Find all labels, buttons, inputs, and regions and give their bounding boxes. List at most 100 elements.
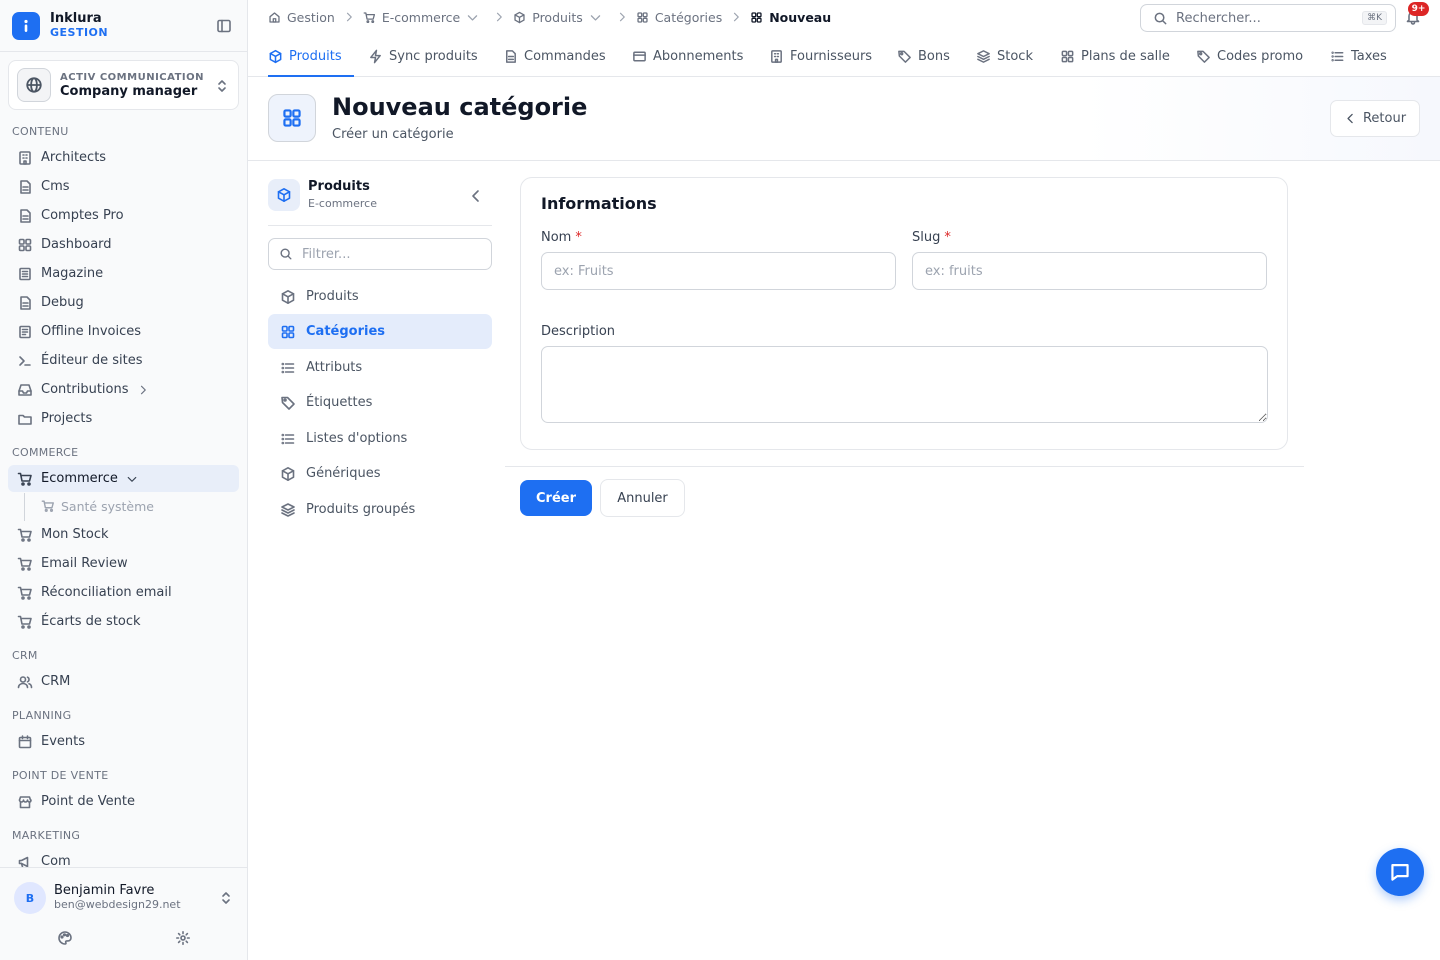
- tab-label: Bons: [918, 48, 950, 64]
- breadcrumb-item-current: Nouveau: [750, 10, 831, 25]
- nom-label: Nom *: [541, 230, 582, 245]
- sidebar-item-debug[interactable]: Debug: [8, 289, 239, 316]
- sidebar-scroll-clip: Com: [0, 848, 247, 867]
- brand[interactable]: Inklura GESTION: [12, 10, 238, 42]
- subnav-item-categories[interactable]: Catégories: [268, 314, 492, 349]
- tab-label: Sync produits: [389, 48, 478, 64]
- search-placeholder: Rechercher...: [1176, 10, 1261, 26]
- sidebar-item-dashboard[interactable]: Dashboard: [8, 231, 239, 258]
- create-button[interactable]: Créer: [520, 480, 592, 516]
- inbox-icon: [18, 383, 32, 396]
- module-tabs: Produits Sync produits Commandes Abonnem…: [248, 35, 1440, 77]
- subnav-item-generiques[interactable]: Génériques: [268, 456, 492, 491]
- gear-icon[interactable]: [175, 930, 191, 946]
- breadcrumb-item-ecommerce[interactable]: E-commerce: [363, 10, 485, 25]
- notification-badge: 9+: [1408, 2, 1429, 16]
- credit-card-icon: [633, 51, 646, 61]
- sidebar-item-ecommerce[interactable]: Ecommerce: [8, 465, 239, 492]
- tab-commandes[interactable]: Commandes: [503, 35, 606, 77]
- chevron-left-icon[interactable]: [468, 188, 484, 204]
- subnav-item-produits-groupes[interactable]: Produits groupés: [268, 492, 492, 527]
- user-name: Benjamin Favre: [54, 883, 155, 898]
- brand-name: Inklura: [50, 11, 102, 26]
- tab-codes-promo[interactable]: Codes promo: [1196, 35, 1303, 77]
- sidebar-item-projects[interactable]: Projects: [8, 405, 239, 432]
- sidebar-item-ecarts-de-stock[interactable]: Écarts de stock: [8, 608, 239, 635]
- tab-taxes[interactable]: Taxes: [1330, 35, 1387, 77]
- users-icon: [17, 675, 33, 688]
- tab-abonnements[interactable]: Abonnements: [632, 35, 743, 77]
- sidebar-item-mon-stock[interactable]: Mon Stock: [8, 521, 239, 548]
- sidebar-item-reconciliation-email[interactable]: Réconciliation email: [8, 579, 239, 606]
- back-button[interactable]: Retour: [1330, 100, 1420, 137]
- newspaper-icon: [19, 267, 31, 280]
- user-menu[interactable]: B Benjamin Favre ben@webdesign29.net: [14, 880, 238, 916]
- sidebar-item-events[interactable]: Events: [8, 728, 239, 755]
- calendar-icon: [18, 734, 32, 748]
- sidebar-item-com[interactable]: Com: [8, 848, 239, 867]
- sidebar-item-magazine[interactable]: Magazine: [8, 260, 239, 287]
- chat-button[interactable]: [1376, 848, 1424, 896]
- divider: [268, 225, 492, 226]
- sidebar-item-label: Dashboard: [41, 237, 112, 252]
- shopping-cart-icon: [41, 500, 54, 512]
- sidebar-item-editeur-de-sites[interactable]: Éditeur de sites: [8, 347, 239, 374]
- subnav-filter-input[interactable]: Filtrer...: [268, 238, 492, 270]
- subnav-item-produits[interactable]: Produits: [268, 279, 492, 314]
- subnav-item-label: Étiquettes: [306, 395, 373, 410]
- chevron-right-icon: [140, 385, 146, 394]
- divider: [505, 466, 1304, 467]
- informations-card: Informations Nom* Slug* Description: [520, 177, 1288, 450]
- tab-stock[interactable]: Stock: [976, 35, 1033, 77]
- folder-icon: [18, 414, 32, 425]
- sidebar-item-comptes-pro[interactable]: Comptes Pro: [8, 202, 239, 229]
- tab-fournisseurs[interactable]: Fournisseurs: [769, 35, 872, 77]
- description-label: Description: [541, 324, 616, 339]
- subnav-item-label: Listes d'options: [306, 431, 408, 446]
- package-icon: [514, 11, 525, 23]
- list-icon: [1331, 51, 1344, 61]
- subnav-item-label: Produits: [306, 289, 359, 304]
- global-search[interactable]: Rechercher... ⌘K: [1140, 4, 1396, 32]
- page-subtitle: Créer un catégorie: [332, 127, 454, 142]
- section-label-planning: PLANNING: [12, 709, 72, 722]
- description-textarea[interactable]: [541, 346, 1268, 423]
- chevron-right-icon: [346, 12, 352, 22]
- sidebar-item-email-review[interactable]: Email Review: [8, 550, 239, 577]
- subnav-item-listes-options[interactable]: Listes d'options: [268, 421, 492, 456]
- tab-produits[interactable]: Produits: [268, 35, 342, 77]
- sidebar-item-contributions[interactable]: Contributions: [8, 376, 239, 403]
- company-name: ACTIV COMMUNICATION: [60, 72, 205, 83]
- slug-input[interactable]: [912, 252, 1267, 290]
- nom-input[interactable]: [541, 252, 896, 290]
- company-switcher[interactable]: ACTIV COMMUNICATION Company manager: [8, 60, 239, 110]
- grid-icon: [637, 11, 648, 23]
- section-label-point-de-vente: POINT DE VENTE: [12, 769, 109, 782]
- layers-icon: [281, 502, 295, 517]
- sidebar-item-crm[interactable]: CRM: [8, 668, 239, 695]
- sidebar-item-label: Events: [41, 734, 86, 749]
- subnav-item-attributs[interactable]: Attributs: [268, 350, 492, 385]
- sidebar-item-offline-invoices[interactable]: Offline Invoices: [8, 318, 239, 345]
- list-icon: [281, 362, 295, 373]
- tab-bons[interactable]: Bons: [897, 35, 950, 77]
- chevrons-up-down-icon: [218, 890, 234, 906]
- breadcrumb-item-categories[interactable]: Catégories: [636, 10, 722, 25]
- sidebar-item-cms[interactable]: Cms: [8, 173, 239, 200]
- palette-icon[interactable]: [57, 930, 73, 946]
- shopping-cart-icon: [17, 615, 32, 629]
- sidebar-item-point-de-vente[interactable]: Point de Vente: [8, 788, 239, 815]
- cancel-button[interactable]: Annuler: [600, 479, 685, 517]
- breadcrumb-item-gestion[interactable]: Gestion: [268, 10, 335, 25]
- breadcrumb-item-produits[interactable]: Produits: [513, 10, 608, 25]
- sidebar-toggle-icon[interactable]: [216, 18, 232, 34]
- avatar: B: [14, 882, 46, 914]
- subnav-item-etiquettes[interactable]: Étiquettes: [268, 385, 492, 420]
- tab-label: Fournisseurs: [790, 48, 873, 64]
- sidebar-subitem-sante-systeme[interactable]: Santé système: [36, 494, 239, 518]
- tab-label: Codes promo: [1217, 48, 1304, 64]
- tab-sync-produits[interactable]: Sync produits: [368, 35, 478, 77]
- section-label-commerce: COMMERCE: [12, 446, 79, 459]
- sidebar-item-architects[interactable]: Architects: [8, 144, 239, 171]
- tab-plans-de-salle[interactable]: Plans de salle: [1060, 35, 1170, 77]
